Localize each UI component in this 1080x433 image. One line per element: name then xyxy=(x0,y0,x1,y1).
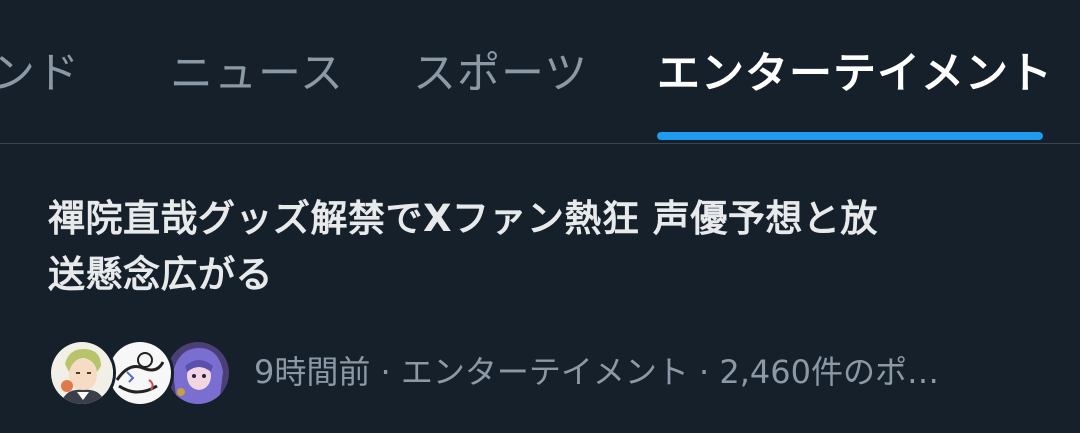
tab-sports[interactable]: スポーツ xyxy=(413,44,588,104)
story-headline-line-1: 禪院直哉グッズ解禁でXファン熱狂 声優予想と放 xyxy=(48,197,878,240)
active-tab-indicator xyxy=(657,132,1043,140)
story-headline[interactable]: 禪院直哉グッズ解禁でXファン熱狂 声優予想と放 送懸念広がる xyxy=(48,191,1038,303)
story-meta-text: 9時間前 · エンターテイメント · 2,460件のポ… xyxy=(254,353,940,391)
tab-trending[interactable]: ンド xyxy=(0,44,80,104)
avatar-image xyxy=(51,342,113,404)
avatar xyxy=(164,339,232,407)
tab-news[interactable]: ニュース xyxy=(170,44,344,104)
story-headline-line-2: 送懸念広がる xyxy=(48,253,273,296)
avatar-image xyxy=(109,342,171,404)
avatar xyxy=(106,339,174,407)
story-meta-row: 9時間前 · エンターテイメント · 2,460件のポ… xyxy=(48,337,1048,409)
explore-screen: ンド ニュース スポーツ エンターテイメント 禪院直哉グッズ解禁でXファン熱狂 … xyxy=(0,0,1080,433)
avatar-stack xyxy=(48,337,232,409)
tab-entertainment[interactable]: エンターテイメント xyxy=(657,44,1053,104)
explore-tabbar: ンド ニュース スポーツ エンターテイメント xyxy=(0,0,1080,144)
avatar-image xyxy=(167,342,229,404)
avatar xyxy=(48,339,116,407)
trending-story[interactable]: 禪院直哉グッズ解禁でXファン熱狂 声優予想と放 送懸念広がる 9時間前 · エン… xyxy=(0,144,1080,433)
